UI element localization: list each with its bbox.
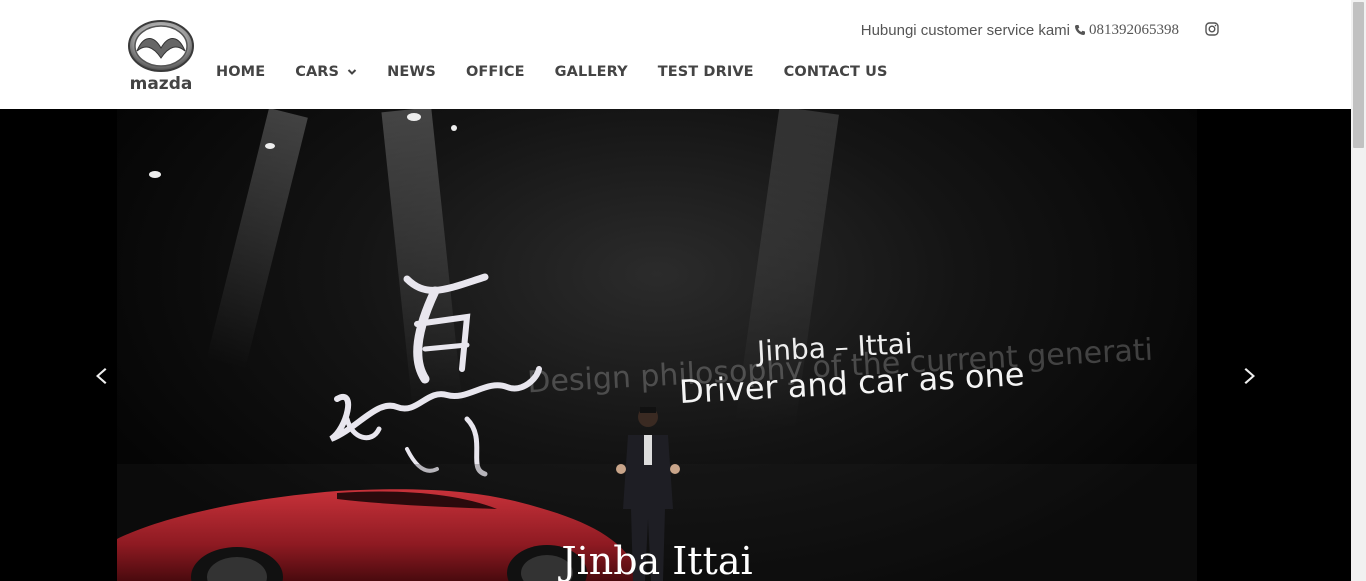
stage-light	[265, 143, 275, 149]
chevron-down-icon	[347, 69, 357, 75]
phone-number[interactable]: 081392065398	[1089, 22, 1179, 39]
nav-test-drive[interactable]: TEST DRIVE	[658, 64, 754, 80]
carousel-slide: Design philosophy of the current generat…	[117, 109, 1197, 581]
nav-office[interactable]: OFFICE	[466, 64, 525, 80]
chevron-right-icon[interactable]	[1240, 366, 1260, 386]
svg-text:mazda: mazda	[130, 74, 193, 92]
phone-icon	[1075, 25, 1085, 35]
site-header: mazda Hubungi customer service kami 0813…	[0, 0, 1351, 109]
hero-carousel: Design philosophy of the current generat…	[0, 109, 1351, 581]
scrollbar-thumb[interactable]	[1353, 2, 1364, 148]
main-nav: HOME CARS NEWS OFFICE GALLERY TEST DRIVE…	[216, 61, 918, 83]
contact-bar: Hubungi customer service kami 0813920653…	[861, 21, 1179, 39]
stage-light	[451, 125, 457, 131]
stage-light	[149, 171, 161, 178]
mazda-logo[interactable]: mazda	[123, 18, 199, 92]
nav-cars[interactable]: CARS	[295, 64, 357, 80]
stage-light	[407, 113, 421, 121]
nav-gallery[interactable]: GALLERY	[555, 64, 628, 80]
chevron-left-icon[interactable]	[91, 366, 111, 386]
slide-caption: Jinba Ittai	[561, 539, 753, 581]
nav-home[interactable]: HOME	[216, 64, 265, 80]
stage-light-beam	[206, 109, 308, 370]
nav-news[interactable]: NEWS	[387, 64, 436, 80]
page-scrollbar[interactable]	[1351, 0, 1366, 581]
instagram-icon[interactable]	[1205, 22, 1219, 36]
nav-contact-us[interactable]: CONTACT US	[784, 64, 888, 80]
customer-service-label: Hubungi customer service kami	[860, 21, 1070, 39]
